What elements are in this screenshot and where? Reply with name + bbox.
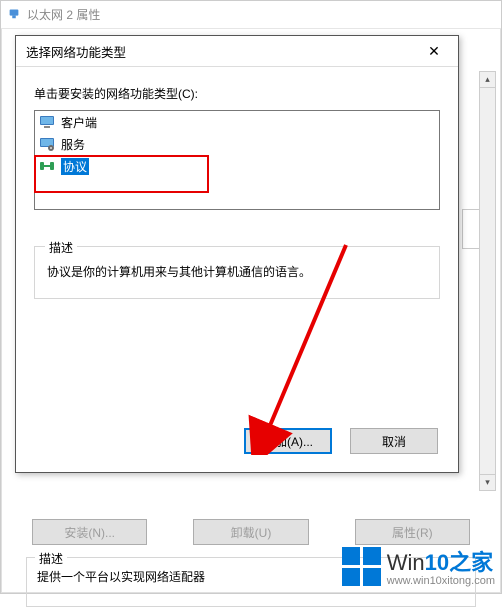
parent-title: 以太网 2 属性 xyxy=(27,6,100,23)
parent-titlebar[interactable]: 以太网 2 属性 xyxy=(1,1,501,29)
description-group: 描述 协议是你的计算机用来与其他计算机通信的语言。 xyxy=(34,246,440,299)
dialog-titlebar[interactable]: 选择网络功能类型 ✕ xyxy=(16,36,458,66)
watermark-brand-b: 10 xyxy=(425,550,449,575)
close-button[interactable]: ✕ xyxy=(416,40,452,62)
list-item-label: 客户端 xyxy=(61,114,97,131)
desc-text: 协议是你的计算机用来与其他计算机通信的语言。 xyxy=(47,263,427,280)
install-button[interactable]: 安装(N)... xyxy=(32,519,147,545)
dialog-title: 选择网络功能类型 xyxy=(26,42,126,61)
add-button[interactable]: 添加(A)... xyxy=(244,428,332,454)
list-item-label: 服务 xyxy=(61,136,85,153)
monitor-icon xyxy=(39,114,55,130)
network-protocol-icon xyxy=(39,158,55,174)
list-item-protocol[interactable]: 协议 xyxy=(35,155,439,177)
watermark-brand-a: Win xyxy=(387,550,425,575)
close-icon: ✕ xyxy=(428,43,440,60)
select-feature-type-dialog: 选择网络功能类型 ✕ 单击要安装的网络功能类型(C): 客户端 服务 xyxy=(15,35,459,473)
list-item-client[interactable]: 客户端 xyxy=(35,111,439,133)
parent-scrollbar[interactable]: ▴ ▾ xyxy=(479,71,496,491)
watermark-brand-c: 之家 xyxy=(449,550,493,575)
parent-desc-legend: 描述 xyxy=(35,550,67,567)
monitor-gear-icon xyxy=(39,136,55,152)
network-adapter-icon xyxy=(7,6,21,23)
watermark-url: www.win10xitong.com xyxy=(387,575,495,587)
scroll-track[interactable] xyxy=(479,88,496,474)
windows-logo-icon xyxy=(342,547,381,586)
properties-button[interactable]: 属性(R) xyxy=(355,519,470,545)
scroll-up-icon[interactable]: ▴ xyxy=(479,71,496,88)
uninstall-button[interactable]: 卸载(U) xyxy=(193,519,308,545)
feature-type-listbox[interactable]: 客户端 服务 协议 xyxy=(34,110,440,210)
desc-legend: 描述 xyxy=(45,239,77,256)
cancel-button[interactable]: 取消 xyxy=(350,428,438,454)
list-item-service[interactable]: 服务 xyxy=(35,133,439,155)
watermark: Win10之家 www.win10xitong.com xyxy=(342,545,495,587)
list-item-label: 协议 xyxy=(61,158,89,175)
dialog-subtitle: 单击要安装的网络功能类型(C): xyxy=(34,85,440,102)
scroll-down-icon[interactable]: ▾ xyxy=(479,474,496,491)
